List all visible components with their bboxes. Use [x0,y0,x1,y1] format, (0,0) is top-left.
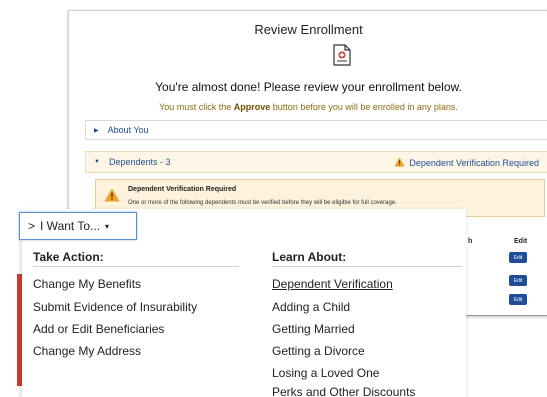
table-header-partial: h [468,238,473,245]
caret-down-icon: ▼ [94,159,100,165]
menu-item-beneficiaries[interactable]: Add or Edit Beneficiaries [33,322,164,336]
i-want-to-label: I Want To... [40,219,101,233]
table-header-edit: Edit [514,238,528,245]
menu-item-change-benefits[interactable]: Change My Benefits [33,277,141,291]
menu-item-losing-loved-one[interactable]: Losing a Loved One [272,366,379,380]
warning-icon [104,188,120,207]
section-dependents[interactable]: ▼ Dependents - 3 Dependent Verification … [85,151,547,173]
menu-item-change-address[interactable]: Change My Address [33,344,141,358]
review-subtitle: You're almost done! Please review your e… [155,80,462,94]
section-about-you[interactable]: ▶ About You [85,120,547,140]
menu-item-dependent-verification[interactable]: Dependent Verification [272,277,393,291]
menu-item-adding-child[interactable]: Adding a Child [272,300,350,314]
warning-icon [394,157,405,169]
menu-item-submit-eoi[interactable]: Submit Evidence of Insurability [33,300,197,314]
verification-alert-text: One or more of the following dependents … [128,200,397,206]
menu-item-perks-discounts[interactable]: Perks and Other Discounts [272,385,415,397]
dependent-warning: Dependent Verification Required [394,157,539,169]
i-want-to-button[interactable]: > I Want To... ▾ [19,212,137,240]
edit-button[interactable]: Edit [509,275,527,286]
page-title: Review Enrollment [254,22,363,37]
section-dependents-label: Dependents - 3 [108,157,171,167]
edit-button[interactable]: Edit [509,294,527,305]
learn-about-heading: Learn About: [272,250,347,264]
take-action-divider [33,266,239,267]
chevron-right-icon: > [28,219,36,233]
menu-item-getting-divorce[interactable]: Getting a Divorce [272,344,365,358]
menu-item-getting-married[interactable]: Getting Married [272,322,355,336]
caret-right-icon: ▶ [94,127,99,134]
caret-down-icon: ▾ [105,221,110,231]
approve-keyword: Approve [233,102,271,112]
medical-document-icon [333,44,351,71]
dependent-warning-text: Dependent Verification Required [409,158,539,168]
verification-alert-title: Dependent Verification Required [128,186,237,193]
approve-instruction: You must click the Approve button before… [159,102,458,112]
learn-about-divider [272,266,462,267]
edit-button[interactable]: Edit [509,252,527,263]
take-action-heading: Take Action: [33,250,104,264]
section-about-you-label: About You [107,125,149,135]
